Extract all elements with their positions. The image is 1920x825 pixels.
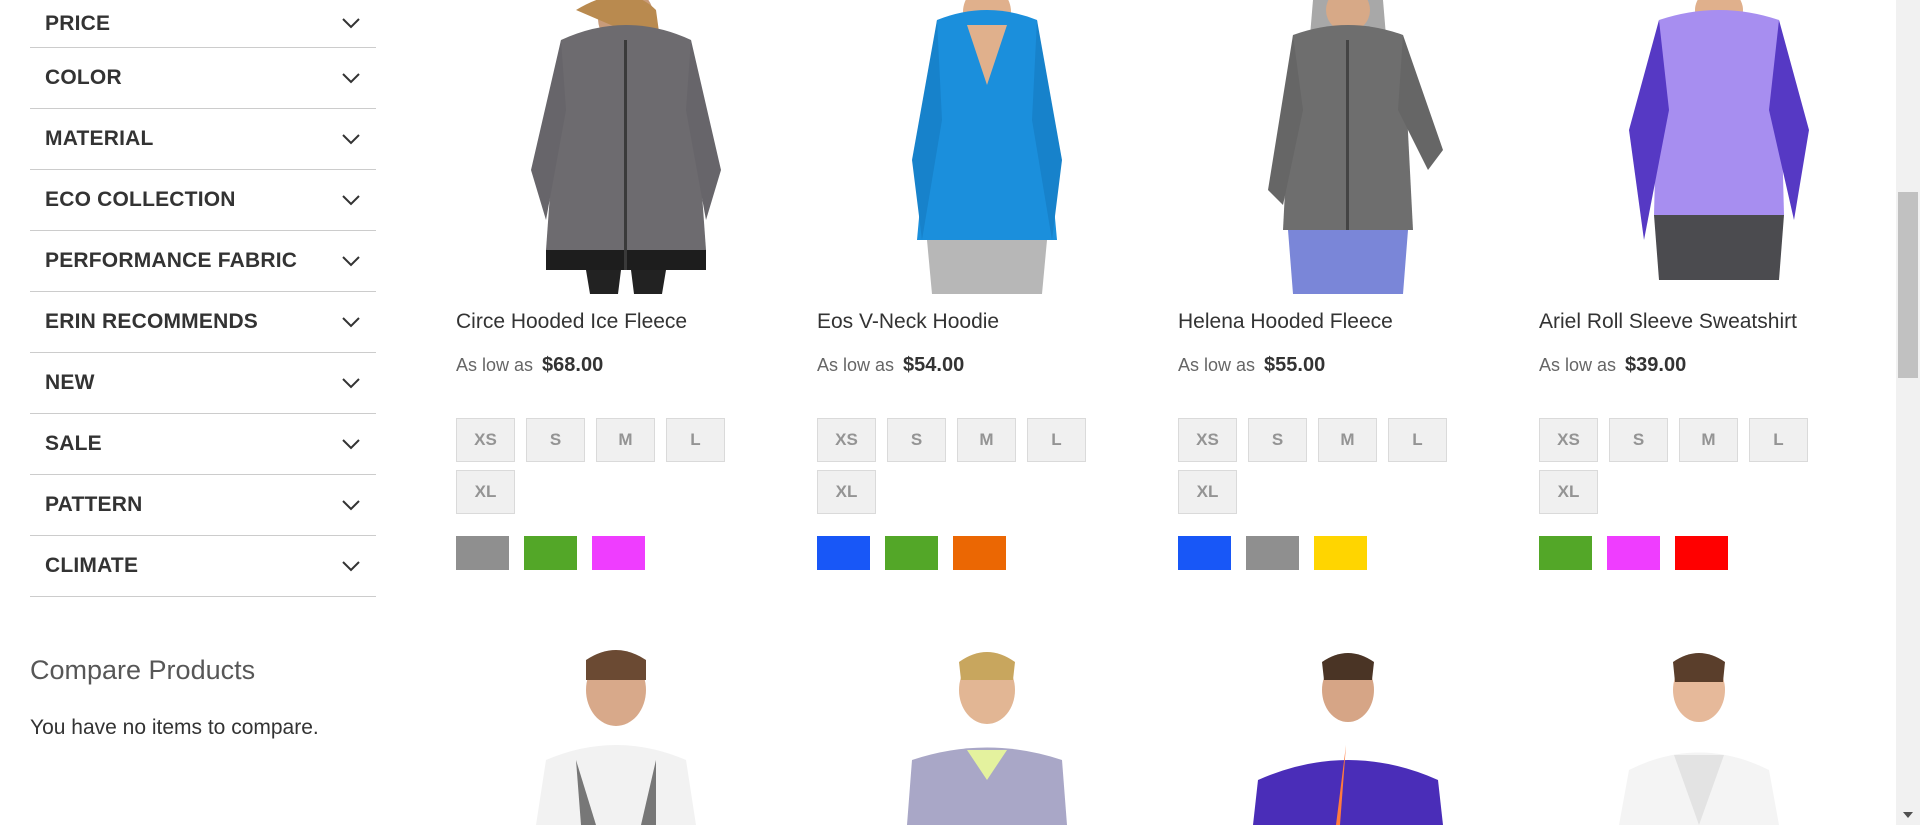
page-scrollbar[interactable] (1896, 0, 1920, 825)
size-swatch-s[interactable]: S (526, 418, 585, 462)
size-swatch-xl[interactable]: XL (456, 470, 515, 514)
product-image[interactable] (1228, 0, 1468, 294)
chevron-down-icon (342, 130, 360, 148)
product-name[interactable]: Circe Hooded Ice Fleece (456, 310, 687, 334)
product-name[interactable]: Eos V-Neck Hoodie (817, 310, 999, 334)
size-swatch-m[interactable]: M (957, 418, 1016, 462)
product-image[interactable] (506, 640, 746, 825)
filter-label: NEW (45, 371, 95, 394)
size-swatch-xs[interactable]: XS (456, 418, 515, 462)
filter-color[interactable]: COLOR (30, 48, 376, 109)
filter-label: PERFORMANCE FABRIC (45, 249, 298, 272)
color-swatch[interactable] (1178, 536, 1231, 570)
size-swatch-m[interactable]: M (1318, 418, 1377, 462)
size-swatch-l[interactable]: L (1388, 418, 1447, 462)
filter-label: PRICE (45, 11, 111, 35)
price-amount: $54.00 (903, 354, 965, 376)
product-image[interactable] (1228, 640, 1468, 825)
product-image[interactable] (506, 0, 746, 294)
size-swatch-s[interactable]: S (1248, 418, 1307, 462)
product-price: As low as $39.00 (1539, 354, 1686, 377)
chevron-down-icon (342, 374, 360, 392)
scroll-down-arrow-icon[interactable] (1896, 805, 1920, 825)
filter-climate[interactable]: CLIMATE (30, 536, 376, 597)
size-swatch-l[interactable]: L (1027, 418, 1086, 462)
filter-label: COLOR (45, 66, 122, 89)
product-price: As low as $68.00 (456, 354, 603, 377)
filter-label: ECO COLLECTION (45, 188, 236, 211)
filter-label: PATTERN (45, 493, 143, 516)
compare-products-block: Compare Products You have no items to co… (30, 655, 376, 740)
product-price: As low as $55.00 (1178, 354, 1325, 377)
filter-erin-recommends[interactable]: ERIN RECOMMENDS (30, 292, 376, 353)
chevron-down-icon (342, 252, 360, 270)
filter-price[interactable]: PRICE (30, 0, 376, 48)
price-amount: $68.00 (542, 354, 604, 376)
size-swatch-s[interactable]: S (887, 418, 946, 462)
color-swatch[interactable] (885, 536, 938, 570)
color-swatch[interactable] (592, 536, 645, 570)
product-name[interactable]: Ariel Roll Sleeve Sweatshirt (1539, 310, 1797, 334)
color-swatch[interactable] (456, 536, 509, 570)
product-image[interactable] (867, 640, 1107, 825)
product-image[interactable] (1589, 0, 1829, 294)
size-swatch-xl[interactable]: XL (817, 470, 876, 514)
size-swatch-l[interactable]: L (1749, 418, 1808, 462)
price-prefix: As low as (1539, 355, 1617, 375)
layered-navigation: PRICE COLOR MATERIAL ECO COLLECTION PERF… (30, 0, 376, 740)
compare-empty-message: You have no items to compare. (30, 716, 319, 739)
size-swatch-xs[interactable]: XS (817, 418, 876, 462)
filter-eco-collection[interactable]: ECO COLLECTION (30, 170, 376, 231)
filter-new[interactable]: NEW (30, 353, 376, 414)
chevron-down-icon (342, 557, 360, 575)
color-swatch[interactable] (953, 536, 1006, 570)
chevron-down-icon (342, 15, 360, 33)
filter-material[interactable]: MATERIAL (30, 109, 376, 170)
price-amount: $39.00 (1625, 354, 1687, 376)
filter-label: ERIN RECOMMENDS (45, 310, 259, 333)
color-swatch[interactable] (1539, 536, 1592, 570)
filter-label: MATERIAL (45, 127, 154, 150)
size-swatch-xl[interactable]: XL (1178, 470, 1237, 514)
price-prefix: As low as (1178, 355, 1256, 375)
color-swatch[interactable] (1607, 536, 1660, 570)
size-swatch-xs[interactable]: XS (1539, 418, 1598, 462)
size-swatch-m[interactable]: M (1679, 418, 1738, 462)
chevron-down-icon (342, 496, 360, 514)
price-prefix: As low as (817, 355, 895, 375)
size-swatch-s[interactable]: S (1609, 418, 1668, 462)
color-swatch[interactable] (1675, 536, 1728, 570)
size-swatch-m[interactable]: M (596, 418, 655, 462)
color-swatch[interactable] (1314, 536, 1367, 570)
chevron-down-icon (342, 69, 360, 87)
product-image[interactable] (867, 0, 1107, 294)
product-name[interactable]: Helena Hooded Fleece (1178, 310, 1393, 334)
compare-title: Compare Products (30, 655, 256, 685)
size-swatch-l[interactable]: L (666, 418, 725, 462)
color-swatch[interactable] (1246, 536, 1299, 570)
filter-label: SALE (45, 432, 102, 455)
product-price: As low as $54.00 (817, 354, 964, 377)
size-swatch-xl[interactable]: XL (1539, 470, 1598, 514)
chevron-down-icon (342, 313, 360, 331)
filter-label: CLIMATE (45, 554, 139, 577)
filter-performance-fabric[interactable]: PERFORMANCE FABRIC (30, 231, 376, 292)
size-swatch-xs[interactable]: XS (1178, 418, 1237, 462)
color-swatch[interactable] (817, 536, 870, 570)
chevron-down-icon (342, 191, 360, 209)
product-image[interactable] (1589, 640, 1829, 825)
price-prefix: As low as (456, 355, 534, 375)
filter-pattern[interactable]: PATTERN (30, 475, 376, 536)
filter-sale[interactable]: SALE (30, 414, 376, 475)
chevron-down-icon (342, 435, 360, 453)
scrollbar-thumb[interactable] (1898, 192, 1918, 378)
price-amount: $55.00 (1264, 354, 1326, 376)
color-swatch[interactable] (524, 536, 577, 570)
